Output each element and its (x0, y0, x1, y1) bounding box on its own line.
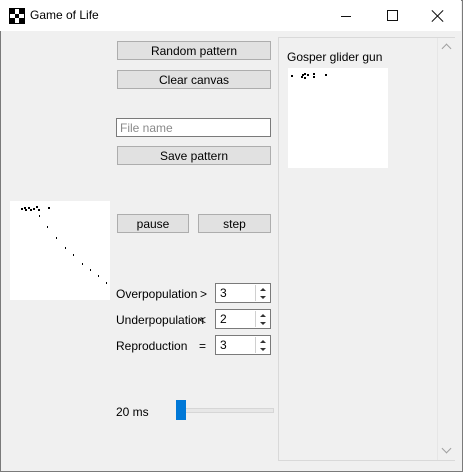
pattern-list-scrollbar[interactable] (437, 38, 455, 460)
scroll-up-button[interactable] (441, 42, 451, 53)
cell (325, 74, 327, 76)
cell (65, 247, 66, 249)
pattern-item-label[interactable]: Gosper glider gun (287, 50, 382, 64)
cell (301, 76, 303, 78)
cell (36, 206, 38, 208)
underpopulation-value: 2 (220, 312, 227, 326)
arrow-up-icon (259, 339, 266, 343)
speed-slider-handle[interactable] (176, 400, 186, 420)
cell (313, 76, 315, 78)
reproduction-spinbox[interactable]: 3 (215, 335, 271, 355)
overpopulation-label: Overpopulation (116, 287, 198, 301)
pause-button[interactable]: pause (117, 214, 189, 233)
spin-down-button[interactable] (256, 319, 269, 327)
overpopulation-spinbox[interactable]: 3 (215, 283, 271, 303)
overpopulation-operator: > (200, 287, 208, 301)
cell (73, 254, 74, 256)
cell (90, 269, 91, 271)
underpopulation-operator: < (199, 313, 207, 327)
maximize-icon (386, 10, 398, 21)
grid-icon (9, 8, 25, 24)
cell (38, 209, 40, 211)
cell (25, 209, 27, 211)
title-bar: Game of Life (0, 0, 461, 31)
cell (304, 73, 306, 75)
spin-up-button[interactable] (256, 337, 269, 345)
cell (56, 237, 57, 239)
reproduction-value: 3 (220, 338, 227, 352)
overpopulation-value: 3 (220, 286, 227, 300)
random-pattern-button[interactable]: Random pattern (117, 41, 271, 60)
pattern-cells (291, 73, 327, 79)
arrow-up-icon (259, 313, 266, 317)
pattern-preview[interactable] (288, 68, 388, 168)
close-icon (432, 10, 444, 22)
clear-canvas-button[interactable]: Clear canvas (117, 70, 271, 89)
arrow-down-icon (259, 347, 266, 351)
cell (30, 209, 32, 211)
close-button[interactable] (415, 0, 461, 31)
life-canvas[interactable] (10, 201, 110, 300)
speed-label: 20 ms (116, 405, 149, 419)
maximize-button[interactable] (369, 0, 415, 31)
underpopulation-spinbox[interactable]: 2 (215, 309, 271, 329)
chevron-up-icon (441, 43, 451, 53)
chevron-down-icon (441, 443, 451, 453)
reproduction-label: Reproduction (116, 339, 188, 353)
cell (48, 207, 50, 209)
arrow-down-icon (259, 295, 266, 299)
step-button[interactable]: step (198, 214, 271, 233)
window-title: Game of Life (30, 8, 99, 22)
save-pattern-button[interactable]: Save pattern (117, 146, 271, 165)
file-name-input[interactable] (116, 118, 271, 137)
reproduction-operator: = (199, 339, 207, 353)
cell (21, 208, 23, 210)
cell (28, 207, 30, 209)
minimize-button[interactable] (323, 0, 369, 31)
speed-slider-track[interactable] (176, 408, 274, 413)
cell (47, 226, 48, 228)
arrow-down-icon (259, 321, 266, 325)
scroll-down-button[interactable] (441, 443, 451, 454)
cell (24, 207, 26, 209)
cell (313, 73, 315, 75)
spin-down-button[interactable] (256, 293, 269, 301)
underpopulation-label: Underpopulation (116, 313, 205, 327)
spin-up-button[interactable] (256, 285, 269, 293)
cell (82, 263, 83, 265)
cell (39, 215, 40, 217)
cell (291, 75, 293, 77)
cell (304, 77, 306, 79)
spin-up-button[interactable] (256, 311, 269, 319)
cell (307, 74, 309, 76)
cell (98, 275, 99, 277)
spin-down-button[interactable] (256, 345, 269, 353)
cell (302, 74, 304, 76)
cell (33, 208, 35, 210)
minimize-icon (341, 15, 351, 17)
arrow-up-icon (259, 287, 266, 291)
cell (106, 282, 107, 284)
life-cells (21, 206, 107, 284)
